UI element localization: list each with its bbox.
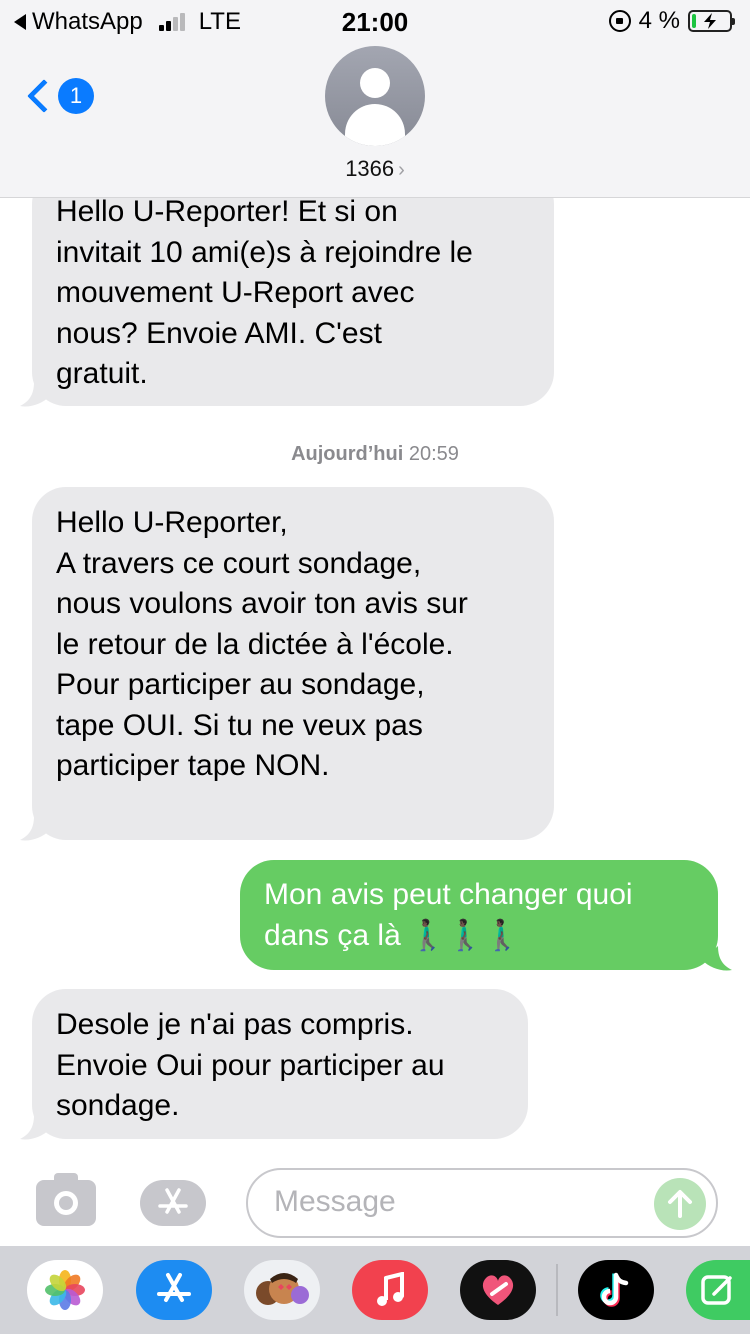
message-line: nous voulons avoir ton avis sur (56, 587, 468, 620)
contact-avatar[interactable] (325, 46, 425, 146)
bubble-tail (702, 946, 732, 971)
conversation-header: WhatsApp LTE 21:00 4 % 1 1366 › (0, 0, 750, 198)
message-line: nous? Envoie AMI. C'est (56, 316, 382, 350)
message-input-field[interactable] (246, 1168, 718, 1238)
chevron-left-icon (27, 79, 61, 113)
bubble-tail (20, 382, 50, 407)
unread-badge: 1 (58, 78, 94, 114)
back-button[interactable]: 1 (27, 78, 94, 114)
message-bubble-outgoing[interactable]: Mon avis peut changer quoi dans ça là 🚶🏿… (240, 860, 718, 970)
message-line: Envoie Oui pour participer au (56, 1048, 445, 1082)
message-line: mouvement U-Report avec (56, 276, 415, 309)
bubble-tail (20, 816, 50, 841)
drawer-separator (556, 1264, 558, 1316)
message-line: sondage. (56, 1089, 180, 1122)
memoji-icon[interactable] (244, 1260, 320, 1320)
message-line: tape OUI. Si tu ne veux pas (56, 708, 423, 742)
message-line: le retour de la dictée à l'école. (56, 627, 454, 661)
message-line: Mon avis peut changer quoi (264, 878, 633, 911)
contact-number: 1366 (345, 156, 395, 181)
message-bubble-incoming[interactable]: Desole je n'ai pas compris. Envoie Oui p… (32, 989, 528, 1139)
app-store-app-icon[interactable] (136, 1260, 212, 1320)
music-icon[interactable] (352, 1260, 428, 1320)
camera-icon[interactable] (36, 1173, 96, 1226)
message-line: Desole je n'ai pas compris. (56, 1008, 414, 1041)
send-button[interactable] (654, 1178, 706, 1230)
status-bar: WhatsApp LTE 21:00 4 % (0, 0, 750, 40)
message-line: participer tape NON. (56, 749, 330, 782)
chevron-right-icon: › (398, 159, 405, 181)
message-line: invitait 10 ami(e)s à rejoindre le (56, 235, 473, 269)
message-line: Hello U-Reporter! Et si on (56, 195, 398, 228)
timestamp-time: 20:59 (408, 443, 459, 465)
digital-touch-icon[interactable] (460, 1260, 536, 1320)
message-bubble-incoming[interactable]: Hello U-Reporter! Et si on invitait 10 a… (32, 170, 554, 406)
app-drawer (0, 1246, 750, 1334)
bubble-tail (20, 1115, 50, 1140)
notes-app-icon[interactable] (686, 1260, 750, 1320)
message-line: Hello U-Reporter, (56, 506, 288, 539)
orientation-lock-icon (608, 10, 631, 32)
timestamp-day: Aujourd’hui (291, 443, 404, 465)
contact-name[interactable]: 1366 › (0, 156, 750, 182)
message-line: gratuit. (56, 357, 148, 390)
timestamp: Aujourd’hui 20:59 (0, 443, 750, 466)
arrow-up-icon (668, 1190, 692, 1218)
tiktok-icon[interactable] (578, 1260, 654, 1320)
photos-icon[interactable] (27, 1260, 103, 1320)
message-input[interactable] (274, 1185, 634, 1219)
message-line: A travers ce court sondage, (56, 546, 422, 580)
battery-icon (688, 10, 735, 32)
app-store-icon[interactable] (140, 1180, 206, 1226)
message-bubble-incoming[interactable]: Hello U-Reporter, A travers ce court son… (32, 487, 554, 840)
battery-percent: 4 % (638, 7, 680, 34)
message-line: dans ça là 🚶🏿‍♂️🚶🏿‍♂️🚶🏿‍♂️ (264, 918, 522, 952)
message-line: Pour participer au sondage, (56, 668, 425, 701)
